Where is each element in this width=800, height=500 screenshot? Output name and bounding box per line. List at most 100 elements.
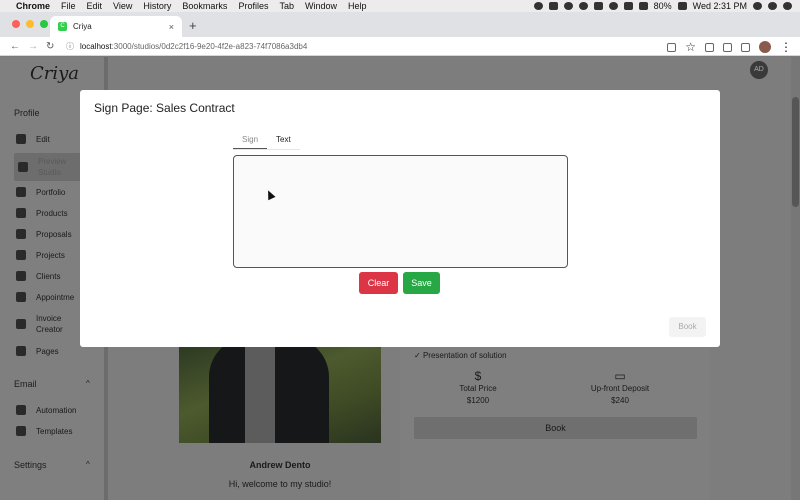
edit-icon	[16, 134, 26, 144]
sidebar-item-proposals[interactable]: Proposals	[16, 229, 72, 239]
wifi-icon[interactable]	[608, 2, 618, 10]
signature-pad[interactable]	[233, 155, 568, 268]
reload-icon[interactable]: ↻	[46, 41, 54, 52]
tab-sign[interactable]: Sign	[233, 132, 268, 149]
clear-button[interactable]: Clear	[359, 272, 398, 294]
macos-menu-bar: Chrome File Edit View History Bookmarks …	[0, 0, 800, 12]
save-button[interactable]: Save	[403, 272, 440, 294]
browser-toolbar: ← → ↻ ⓘ localhost:3000/studios/0d2c2f16-…	[0, 37, 800, 56]
photo-shirt	[245, 347, 275, 443]
signature-mode-tabs: Sign Text	[233, 132, 300, 150]
address-bar[interactable]: ⓘ localhost:3000/studios/0d2c2f16-9e20-4…	[66, 39, 696, 54]
contacts-icon	[16, 271, 26, 281]
deposit-label: Up-front Deposit	[590, 384, 650, 393]
sidebar-item-label: Edit	[36, 134, 50, 144]
eye-icon	[18, 162, 28, 172]
welcome-text: Hi, welcome to my studio!	[228, 479, 332, 489]
menu-file[interactable]: File	[61, 1, 76, 11]
settings-icon[interactable]	[578, 2, 588, 10]
menu-tab[interactable]: Tab	[279, 1, 294, 11]
profile-section-title: Profile	[14, 108, 40, 118]
forward-icon[interactable]: →	[28, 41, 38, 52]
user-icon[interactable]	[768, 2, 777, 10]
sidebar-item-appointments[interactable]: Appointme	[16, 292, 74, 302]
new-tab-button[interactable]: +	[189, 18, 197, 33]
portfolio-icon	[16, 187, 26, 197]
menu-bookmarks[interactable]: Bookmarks	[182, 1, 227, 11]
check-icon: ✓	[414, 351, 423, 360]
screen-icon[interactable]	[548, 2, 558, 10]
modal-title: Sign Page: Sales Contract	[94, 101, 235, 115]
email-section-label: Email	[14, 379, 37, 389]
sidebar-item-label: Invoice Creator	[36, 314, 63, 334]
package-card: ✓ Presentation of solution $ Total Price…	[400, 347, 710, 500]
airplay-icon[interactable]	[623, 2, 633, 10]
sidebar-item-label: Projects	[36, 250, 65, 260]
scrollbar-thumb[interactable]	[792, 97, 799, 207]
sidebar-item-products[interactable]: Products	[16, 208, 68, 218]
browser-tab[interactable]: C Criya ×	[50, 16, 182, 37]
sidebar-item-pages[interactable]: Pages	[16, 346, 59, 356]
volume-icon[interactable]	[638, 2, 648, 10]
minimize-window-icon[interactable]	[26, 20, 34, 28]
sidebar-item-label: Templates	[36, 426, 73, 436]
sidebar-item-portfolio[interactable]: Portfolio	[16, 187, 65, 197]
camera-icon[interactable]	[563, 2, 573, 10]
battery-percent: 80%	[653, 1, 672, 11]
sidebar-item-templates[interactable]: Templates	[16, 426, 72, 436]
page-scrollbar[interactable]	[791, 57, 800, 500]
templates-icon	[16, 426, 26, 436]
pause-icon[interactable]	[593, 2, 603, 10]
sidebar-item-automation[interactable]: Automation	[16, 405, 76, 415]
menu-app-name[interactable]: Chrome	[16, 1, 50, 11]
extensions-puzzle-icon[interactable]	[723, 42, 732, 52]
sidebar-item-invoice-creator[interactable]: Invoice Creator	[16, 313, 70, 335]
chevron-up-icon[interactable]: ^	[86, 460, 90, 469]
chevron-up-icon[interactable]: ^	[86, 379, 90, 388]
user-avatar[interactable]: AD	[750, 61, 768, 79]
package-feature: ✓ Presentation of solution	[414, 351, 507, 360]
criya-favicon-icon: C	[58, 22, 67, 31]
sidebar-item-label: Clients	[36, 271, 61, 281]
total-price-label: Total Price	[459, 384, 497, 393]
sidebar-item-edit[interactable]: Edit	[16, 134, 50, 144]
studio-owner-name: Andrew Dento	[249, 460, 311, 470]
status-area: 80% Wed 2:31 PM	[533, 0, 792, 12]
back-icon[interactable]: ←	[10, 41, 20, 52]
extension-translate-icon[interactable]	[705, 42, 714, 52]
email-section-title[interactable]: Email ^	[14, 379, 90, 389]
menu-profiles[interactable]: Profiles	[238, 1, 268, 11]
menu-edit[interactable]: Edit	[87, 1, 103, 11]
modal-book-button[interactable]: Book	[669, 317, 706, 337]
feature-text: Presentation of solution	[422, 351, 507, 360]
bookmark-star-icon[interactable]: ☆	[685, 40, 696, 54]
menu-view[interactable]: View	[113, 1, 132, 11]
menu-window[interactable]: Window	[305, 1, 337, 11]
control-center-icon[interactable]	[783, 2, 792, 10]
sidebar-item-projects[interactable]: Projects	[16, 250, 65, 260]
sidebar-item-label: Products	[36, 208, 68, 218]
close-tab-icon[interactable]: ×	[169, 22, 174, 32]
share-icon[interactable]	[667, 42, 677, 52]
sidebar-item-clients[interactable]: Clients	[16, 271, 60, 281]
proposals-icon	[16, 229, 26, 239]
battery-icon[interactable]	[677, 2, 687, 10]
menu-help[interactable]: Help	[348, 1, 367, 11]
menu-history[interactable]: History	[143, 1, 171, 11]
record-icon[interactable]	[533, 2, 543, 10]
criya-logo[interactable]: Criya	[30, 63, 79, 84]
zoom-window-icon[interactable]	[40, 20, 48, 28]
window-controls	[12, 20, 48, 28]
side-panel-icon[interactable]	[741, 42, 750, 52]
tab-text[interactable]: Text	[267, 132, 300, 149]
package-book-button[interactable]: Book	[414, 417, 697, 439]
site-info-icon[interactable]: ⓘ	[66, 41, 74, 52]
clock[interactable]: Wed 2:31 PM	[693, 1, 747, 11]
settings-section-title[interactable]: Settings ^	[14, 460, 90, 470]
more-menu-icon[interactable]: ⋮	[780, 40, 792, 54]
profile-avatar[interactable]	[759, 41, 771, 53]
credit-card-icon: ▭	[614, 369, 626, 383]
search-icon[interactable]	[753, 2, 762, 10]
close-window-icon[interactable]	[12, 20, 20, 28]
calendar-icon	[16, 292, 26, 302]
